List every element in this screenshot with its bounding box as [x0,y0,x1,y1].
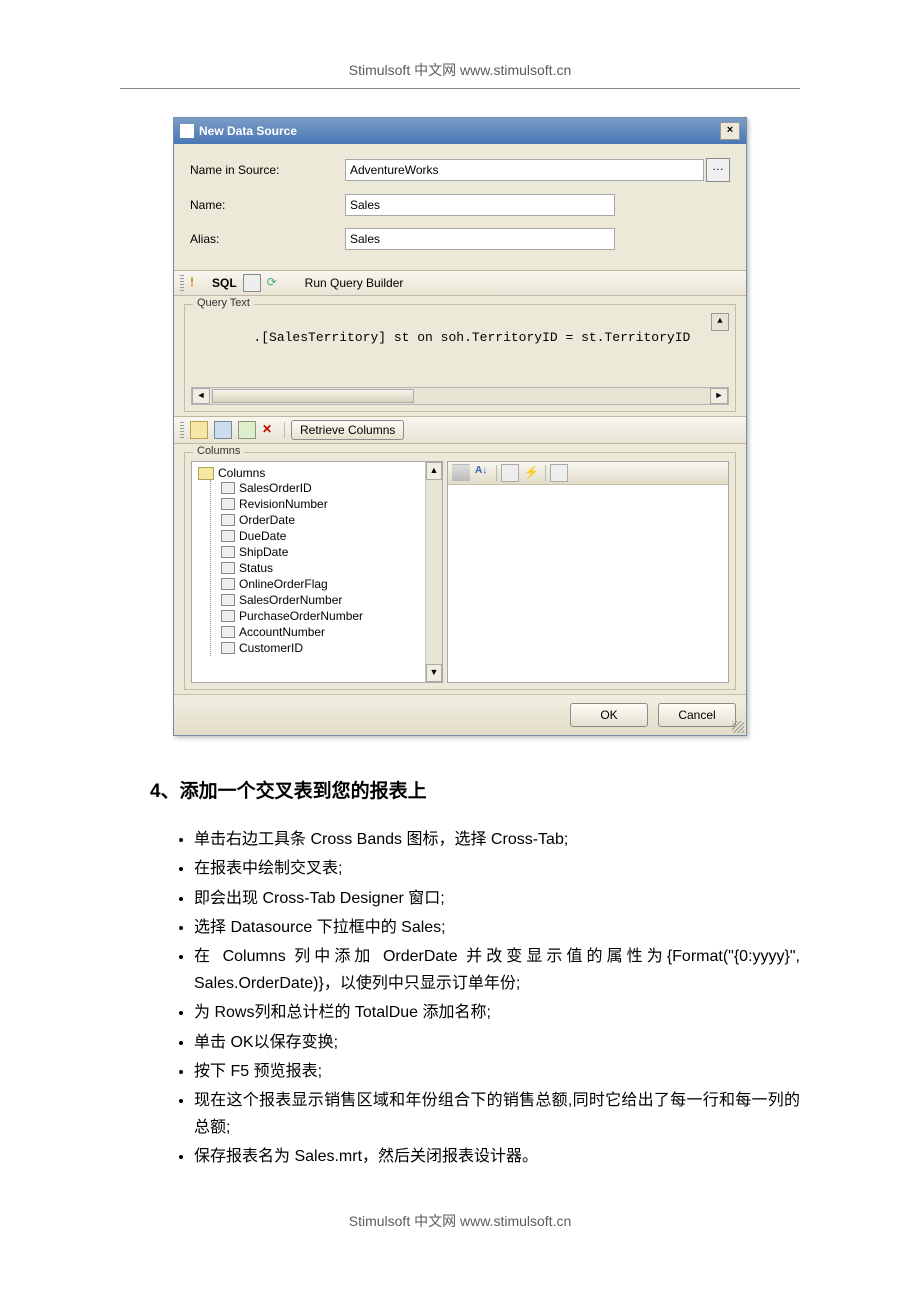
name-in-source-field[interactable] [345,159,704,181]
name-field[interactable] [345,194,615,216]
scroll-down-icon[interactable]: ▼ [426,664,442,682]
columns-tree[interactable]: Columns SalesOrderID RevisionNumber Orde… [191,461,443,683]
column-item[interactable]: RevisionNumber [221,496,436,512]
column-item[interactable]: OrderDate [221,512,436,528]
tree-scrollbar[interactable]: ▲ ▼ [425,462,442,682]
column-icon [221,530,235,542]
alphabetical-sort-icon[interactable]: A↓ [474,464,492,482]
columns-group-label: Columns [193,445,244,457]
page-header: Stimulsoft 中文网 www.stimulsoft.cn [0,60,920,80]
dialog-title: New Data Source [199,124,297,138]
query-toolbar: ! SQL ⟳ Run Query Builder [174,270,746,296]
columns-toolbar: ✕ Retrieve Columns [174,416,746,444]
list-item: 选择 Datasource 下拉框中的 Sales; [194,914,800,941]
list-item: 现在这个报表显示销售区域和年份组合下的销售总额,同时它给出了每一行和每一列的总额… [194,1087,800,1141]
dialog-titlebar[interactable]: New Data Source × [174,118,746,144]
scroll-up-icon[interactable]: ▲ [711,313,729,331]
column-icon [221,626,235,638]
header-rule [120,88,800,89]
column-item[interactable]: DueDate [221,528,436,544]
column-item[interactable]: SalesOrderNumber [221,592,436,608]
column-icon [221,482,235,494]
column-item[interactable]: ShipDate [221,544,436,560]
tree-root-label: Columns [218,466,265,480]
new-folder-icon[interactable] [190,421,208,439]
alias-field[interactable] [345,228,615,250]
properties-toolbar: A↓ ⚡ [448,462,728,485]
column-item[interactable]: CustomerID [221,640,436,656]
column-item[interactable]: SalesOrderID [221,480,436,496]
warning-icon[interactable]: ! [190,275,206,291]
toolbar-grip-icon [180,275,184,291]
alias-label: Alias: [190,232,345,246]
column-icon [221,562,235,574]
scrollbar-thumb[interactable] [212,389,414,403]
cancel-button[interactable]: Cancel [658,703,736,727]
copy-icon[interactable] [214,421,232,439]
page-footer: Stimulsoft 中文网 www.stimulsoft.cn [0,1211,920,1231]
grid-icon[interactable] [550,464,568,482]
list-item: 单击 OK以保存变换; [194,1029,800,1056]
name-in-source-label: Name in Source: [190,163,345,177]
new-data-source-dialog: New Data Source × Name in Source: … Name… [173,117,747,736]
column-icon [221,498,235,510]
folder-icon [198,467,214,480]
query-text-content: .[SalesTerritory] st on soh.TerritoryID … [253,330,690,345]
column-item[interactable]: Status [221,560,436,576]
resize-grip-icon[interactable] [732,721,744,733]
name-label: Name: [190,198,345,212]
scroll-right-icon[interactable]: ► [710,388,728,404]
column-icon [221,594,235,606]
column-icon [221,514,235,526]
list-item: 按下 F5 预览报表; [194,1058,800,1085]
properties-pane: A↓ ⚡ [447,461,729,683]
toolbar-separator [545,465,546,481]
list-item: 即会出现 Cross-Tab Designer 窗口; [194,885,800,912]
delete-icon[interactable]: ✕ [262,422,278,438]
column-icon [221,642,235,654]
property-pages-icon[interactable] [501,464,519,482]
scroll-left-icon[interactable]: ◄ [192,388,210,404]
paste-icon[interactable] [238,421,256,439]
retrieve-columns-button[interactable]: Retrieve Columns [291,420,404,440]
scroll-up-icon[interactable]: ▲ [426,462,442,480]
categorized-icon[interactable] [452,464,470,482]
ok-button[interactable]: OK [570,703,648,727]
list-item: 在报表中绘制交叉表; [194,855,800,882]
browse-button[interactable]: … [706,158,730,182]
column-icon [221,546,235,558]
toolbar-separator [284,422,285,438]
list-item: 在 Columns 列中添加 OrderDate 并改变显示值的属性为{Form… [194,943,800,997]
query-text-area[interactable]: .[SalesTerritory] st on soh.TerritoryID … [191,313,729,387]
list-item: 单击右边工具条 Cross Bands 图标，选择 Cross-Tab; [194,826,800,853]
events-icon[interactable]: ⚡ [523,464,541,482]
app-icon [180,124,194,138]
column-item[interactable]: OnlineOrderFlag [221,576,436,592]
table-icon[interactable] [243,274,261,292]
list-item: 为 Rows列和总计栏的 TotalDue 添加名称; [194,999,800,1026]
column-icon [221,578,235,590]
toolbar-grip-icon [180,422,184,438]
query-text-group-label: Query Text [193,297,254,309]
column-icon [221,610,235,622]
run-query-builder-link[interactable]: Run Query Builder [305,276,404,290]
close-icon[interactable]: × [720,122,740,140]
column-item[interactable]: AccountNumber [221,624,436,640]
list-item: 保存报表名为 Sales.mrt，然后关闭报表设计器。 [194,1143,800,1170]
sql-label: SQL [212,276,237,290]
horizontal-scrollbar[interactable]: ◄ ► [191,387,729,405]
section-heading: 4、添加一个交叉表到您的报表上 [150,776,800,808]
refresh-icon[interactable]: ⟳ [267,275,283,291]
toolbar-separator [496,465,497,481]
column-item[interactable]: PurchaseOrderNumber [221,608,436,624]
instruction-list: 单击右边工具条 Cross Bands 图标，选择 Cross-Tab; 在报表… [150,826,800,1170]
